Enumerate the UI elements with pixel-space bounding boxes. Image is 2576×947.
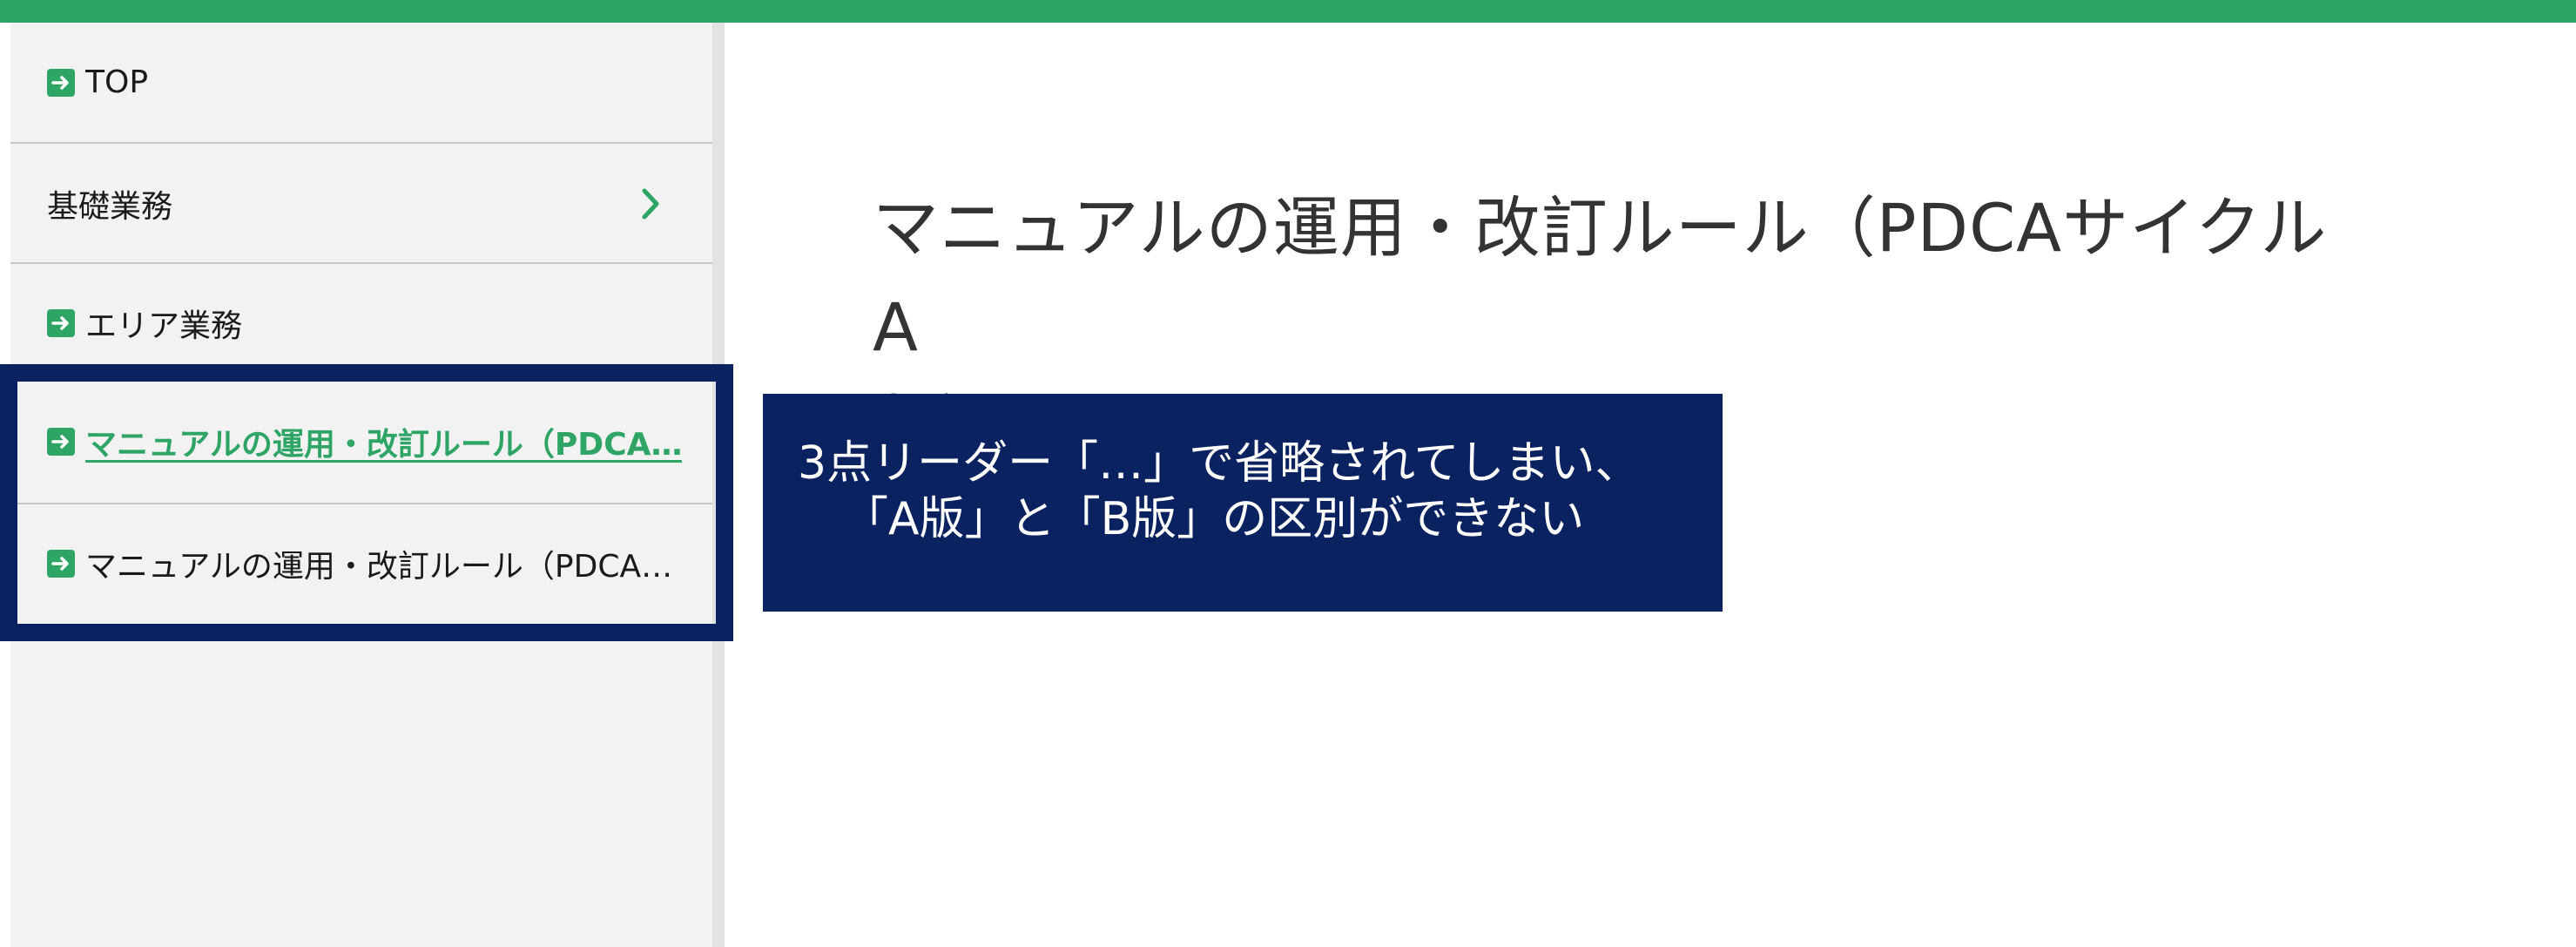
sidebar-item-manual-a[interactable]: マニュアルの運用・改訂ルール（PDCA… (10, 382, 712, 502)
arrow-right-square-icon (47, 428, 75, 456)
sidebar-item-manual-b[interactable]: マニュアルの運用・改訂ルール（PDCA… (10, 504, 712, 624)
sidebar-item-kiso-gyomu[interactable]: 基礎業務 (10, 144, 712, 263)
sidebar-item-label: TOP (85, 64, 149, 100)
sidebar-item-area-gyomu[interactable]: エリア業務 (10, 263, 712, 382)
sidebar-scroll-edge (712, 23, 725, 947)
sidebar-item-label: マニュアルの運用・改訂ルール（PDCA… (85, 549, 673, 585)
sidebar-item-label: エリア業務 (85, 308, 243, 344)
sidebar-item-label: マニュアルの運用・改訂ルール（PDCA… (85, 427, 683, 463)
annotation-callout: 3点リーダー「…」で省略されてしまい、 「A版」と「B版」の区別ができない (763, 394, 1723, 612)
page-title-line1: マニュアルの運用・改訂ルール（PDCAサイクル A (873, 189, 2395, 366)
arrow-right-square-icon (47, 68, 75, 97)
annotation-line2: 「A版」と「B版」の区別ができない (843, 493, 1585, 545)
arrow-right-square-icon (47, 550, 75, 578)
sidebar-item-top[interactable]: TOP (10, 23, 712, 142)
top-accent-bar (0, 0, 2576, 23)
arrow-right-square-icon (47, 308, 75, 337)
sidebar-item-label: 基礎業務 (47, 188, 173, 225)
annotation-line1: 3点リーダー「…」で省略されてしまい、 (798, 437, 1641, 490)
chevron-right-icon (642, 188, 659, 219)
page: TOP 基礎業務 エリア業務 マニュアルの運用・改訂ルール（PDCA… マニュア… (0, 0, 2576, 947)
